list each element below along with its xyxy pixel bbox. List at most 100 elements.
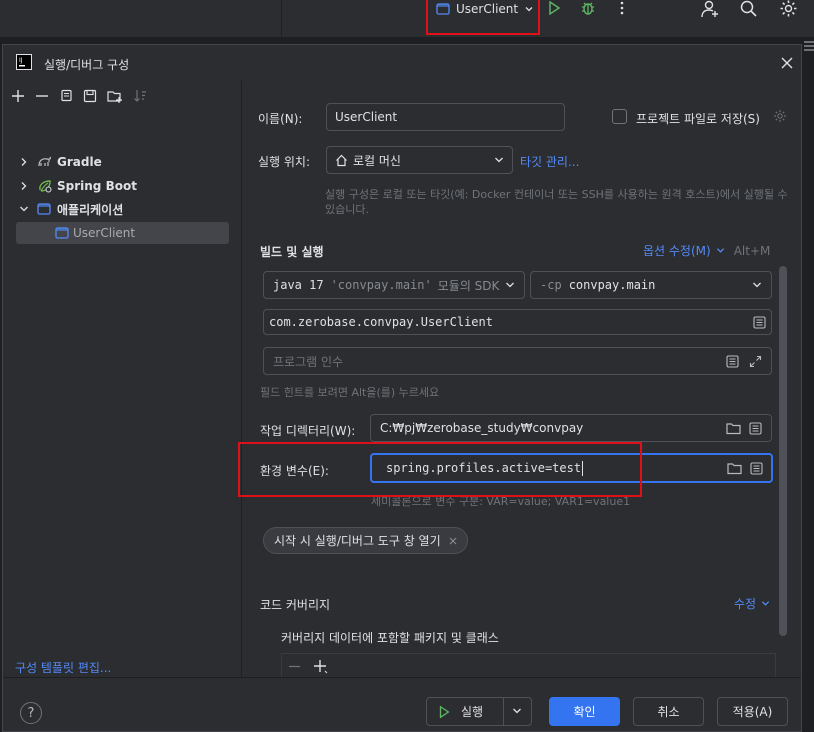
chevron-right-icon[interactable] <box>19 181 29 191</box>
section-divider <box>243 223 791 224</box>
highlight-box <box>238 442 642 497</box>
browse-list-icon[interactable] <box>749 421 762 435</box>
field-hint: 필드 힌트를 보려면 Alt을(를) 누르세요 <box>260 386 440 399</box>
tree-item-gradle[interactable]: Gradle <box>19 151 102 173</box>
toolbar-divider <box>281 0 282 38</box>
run-icon <box>437 705 451 719</box>
remove-icon[interactable] <box>288 660 301 673</box>
dialog-title: 실행/디버그 구성 <box>44 58 130 72</box>
apply-button-label: 적용(A) <box>732 705 773 719</box>
split-divider <box>503 698 504 725</box>
edit-templates-link[interactable]: 구성 템플릿 편집... <box>15 659 111 676</box>
run-icon[interactable] <box>546 0 562 16</box>
copy-icon[interactable] <box>59 89 73 103</box>
settings-gear-icon[interactable] <box>773 109 787 123</box>
tree-item-label: UserClient <box>73 226 136 240</box>
expand-icon[interactable] <box>749 355 762 368</box>
scrollbar-thumb[interactable] <box>779 266 787 636</box>
ok-button-label: 확인 <box>573 705 596 719</box>
more-actions-icon[interactable] <box>614 0 630 16</box>
apply-button[interactable]: 적용(A) <box>717 697 788 726</box>
configurations-tree-panel: Gradle Spring Boot 애플리케이션 UserClient 구성 … <box>3 81 242 677</box>
gradle-icon <box>37 155 53 169</box>
highlight-box <box>426 0 540 35</box>
add-icon[interactable] <box>11 89 25 103</box>
run-button[interactable]: 실행 <box>426 697 532 726</box>
modify-options-shortcut: Alt+M <box>733 243 771 258</box>
coverage-modify-link[interactable]: 수정 <box>734 595 770 612</box>
hamburger-icon <box>804 40 814 52</box>
tree-item-label: Spring Boot <box>57 179 137 193</box>
tree-item-application[interactable]: 애플리케이션 <box>19 198 123 220</box>
jdk-suffix: 모듈의 SDK <box>437 278 500 293</box>
tree-item-spring-boot[interactable]: Spring Boot <box>19 175 137 197</box>
sort-icon[interactable] <box>133 89 147 103</box>
working-dir-label: 작업 디렉터리(W): <box>260 424 356 438</box>
browse-list-icon[interactable] <box>750 461 763 475</box>
coverage-modify-label: 수정 <box>734 597 757 611</box>
folder-icon[interactable] <box>727 462 742 475</box>
run-on-select[interactable]: 로컬 머신 <box>326 146 513 174</box>
chevron-down-icon <box>761 599 770 608</box>
run-debug-configurations-dialog: IJ 실행/디버그 구성 Gradle Spring Boot 애플리케이션 U… <box>2 44 802 732</box>
run-on-value: 로컬 머신 <box>353 153 401 168</box>
intellij-logo-icon: IJ <box>16 54 32 70</box>
jdk-select[interactable]: java 17 'convpay.main' 모듈의 SDK <box>263 271 525 299</box>
store-as-project-file-checkbox[interactable] <box>612 109 627 124</box>
ok-button[interactable]: 확인 <box>549 697 620 726</box>
working-dir-input[interactable]: C:₩pj₩zerobase_study₩convpay <box>370 414 772 442</box>
classpath-prefix: -cp <box>540 278 562 292</box>
new-folder-icon[interactable] <box>107 89 123 103</box>
chevron-down-icon <box>494 155 504 165</box>
remove-icon[interactable] <box>35 89 49 103</box>
open-tool-window-label: 시작 시 실행/디버그 도구 창 열기 <box>274 534 441 548</box>
jdk-module: 'convpay.main' <box>330 278 432 292</box>
close-icon[interactable] <box>781 57 793 69</box>
gear-icon[interactable] <box>779 0 798 18</box>
svg-text:IJ: IJ <box>19 57 23 64</box>
save-icon[interactable] <box>83 89 97 103</box>
store-as-project-file-label: 프로젝트 파일로 저장(S) <box>636 112 760 126</box>
tree-item-label: Gradle <box>57 155 102 169</box>
name-input-value: UserClient <box>335 110 398 124</box>
chevron-down-icon <box>752 280 762 290</box>
close-icon[interactable] <box>449 537 457 545</box>
modify-options-link[interactable]: 옵션 수정(M) Alt+M <box>643 242 770 259</box>
debug-icon[interactable] <box>579 0 597 17</box>
cancel-button[interactable]: 취소 <box>633 697 704 726</box>
browse-list-icon[interactable] <box>726 354 739 368</box>
tree-item-label: 애플리케이션 <box>57 202 124 217</box>
open-tool-window-chip[interactable]: 시작 시 실행/디버그 도구 창 열기 <box>263 527 468 554</box>
dialog-title-bar: IJ 실행/디버그 구성 <box>3 45 801 81</box>
search-icon[interactable] <box>739 0 758 18</box>
manage-targets-link[interactable]: 타깃 관리... <box>520 153 579 170</box>
program-arguments-input[interactable]: 프로그램 인수 <box>263 347 772 375</box>
application-icon <box>55 226 69 240</box>
run-button-label: 실행 <box>461 705 484 719</box>
tree-item-userclient[interactable]: UserClient <box>16 222 229 244</box>
editor-edge <box>803 44 814 732</box>
build-run-title: 빌드 및 실행 <box>260 245 324 259</box>
chevron-down-icon <box>716 246 725 255</box>
folder-icon[interactable] <box>726 422 741 435</box>
name-input[interactable]: UserClient <box>326 103 565 131</box>
main-class-value: com.zerobase.convpay.UserClient <box>269 315 493 329</box>
chevron-right-icon[interactable] <box>19 157 29 167</box>
add-icon[interactable] <box>313 659 328 674</box>
help-icon[interactable]: ? <box>20 702 42 724</box>
chevron-down-icon[interactable] <box>512 706 522 716</box>
run-on-hint: 실행 구성은 로컬 또는 타깃(예: Docker 컨테이너 또는 SSH를 사… <box>325 188 788 216</box>
coverage-packages-table <box>281 653 776 677</box>
program-arguments-placeholder: 프로그램 인수 <box>273 354 344 369</box>
main-class-input[interactable]: com.zerobase.convpay.UserClient <box>263 309 772 335</box>
modify-options-label: 옵션 수정(M) <box>643 244 711 258</box>
tree-toolbar <box>11 89 147 103</box>
add-user-icon[interactable] <box>700 0 720 19</box>
chevron-down-icon[interactable] <box>19 204 29 214</box>
application-icon <box>37 202 51 216</box>
browse-list-icon[interactable] <box>753 315 766 329</box>
classpath-value: convpay.main <box>568 278 656 292</box>
coverage-packages-label: 커버리지 데이터에 포함할 패키지 및 클래스 <box>281 631 499 645</box>
classpath-select[interactable]: -cp convpay.main <box>530 271 772 299</box>
spring-boot-icon <box>37 178 53 194</box>
